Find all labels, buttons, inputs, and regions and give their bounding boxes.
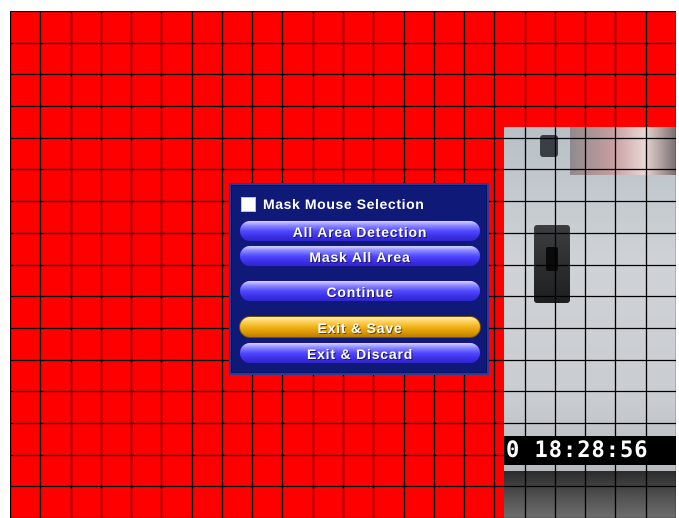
exit-save-button[interactable]: Exit & Save	[239, 316, 481, 338]
mask-mouse-selection-label: Mask Mouse Selection	[263, 196, 425, 212]
mask-mouse-selection-checkbox[interactable]	[241, 196, 256, 212]
motion-detection-menu: Mask Mouse Selection All Area Detection …	[229, 183, 489, 375]
all-area-detection-button[interactable]: All Area Detection	[239, 220, 481, 242]
camera-timestamp: 0 18:28:56	[504, 436, 676, 465]
mask-mouse-selection-option[interactable]: Mask Mouse Selection	[241, 194, 424, 214]
camera-wall-device	[534, 225, 570, 303]
continue-button[interactable]: Continue	[239, 280, 481, 302]
exit-discard-button[interactable]: Exit & Discard	[239, 342, 481, 364]
camera-lamp	[540, 135, 558, 157]
camera-window	[570, 127, 676, 175]
camera-floor	[504, 471, 676, 518]
dvr-screen: 0 18:28:56 Mask Mouse Selection All Area…	[10, 11, 676, 518]
mask-all-area-button[interactable]: Mask All Area	[239, 245, 481, 267]
